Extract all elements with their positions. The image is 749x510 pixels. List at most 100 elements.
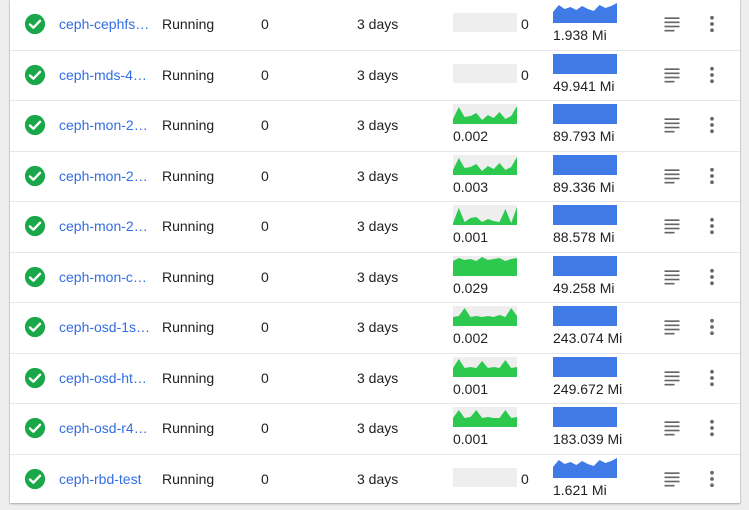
cpu-usage-value: 0.001 <box>453 229 489 245</box>
memory-sparkline <box>553 407 617 427</box>
more-vert-icon[interactable] <box>702 216 722 236</box>
memory-usage-value: 183.039 Mi <box>553 431 623 447</box>
logs-icon[interactable] <box>662 216 682 236</box>
cpu-usage-value: 0.002 <box>453 330 489 346</box>
pod-name-link[interactable]: ceph-mon-2… <box>59 168 151 184</box>
pod-name-link[interactable]: ceph-mds-4… <box>59 67 151 83</box>
logs-icon[interactable] <box>662 469 682 489</box>
memory-sparkline <box>553 205 617 225</box>
cpu-usage-value: 0.001 <box>453 380 489 397</box>
pod-status: Running <box>162 16 215 32</box>
logs-icon[interactable] <box>662 115 682 135</box>
more-vert-icon[interactable] <box>702 317 722 337</box>
table-row: ceph-mon-2… Running 0 3 days 0.001 88.57… <box>10 202 740 253</box>
memory-usage-value: 249.672 Mi <box>553 380 623 397</box>
cpu-sparkline-empty <box>453 467 517 487</box>
pod-status: Running <box>162 420 215 436</box>
memory-usage-value: 1.621 Mi <box>553 481 607 498</box>
table-row: ceph-mon-2… Running 0 3 days 0.003 89.33… <box>10 152 740 202</box>
pod-name-link[interactable]: ceph-osd-r4… <box>59 420 151 436</box>
cpu-sparkline-empty <box>453 63 517 83</box>
cpu-sparkline <box>453 255 517 276</box>
pod-restarts: 0 <box>261 117 269 133</box>
memory-sparkline <box>553 104 617 124</box>
check-circle-icon <box>24 13 46 35</box>
pod-age: 3 days <box>357 16 399 32</box>
logs-icon[interactable] <box>662 267 682 287</box>
pod-age: 3 days <box>357 470 399 487</box>
memory-usage-value: 49.941 Mi <box>553 77 615 94</box>
memory-usage-value: 1.938 Mi <box>553 27 607 43</box>
pod-restarts: 0 <box>261 369 269 386</box>
memory-sparkline <box>553 154 617 175</box>
memory-sparkline <box>553 3 617 23</box>
cpu-usage-value: 0 <box>521 470 529 487</box>
memory-sparkline <box>553 53 617 74</box>
pod-age: 3 days <box>357 117 399 133</box>
memory-usage-value: 88.578 Mi <box>553 229 615 245</box>
cpu-usage-value: 0.001 <box>453 431 489 447</box>
more-vert-icon[interactable] <box>702 469 722 489</box>
cpu-sparkline <box>453 154 517 175</box>
pod-age: 3 days <box>357 66 399 83</box>
logs-icon[interactable] <box>662 65 682 85</box>
pod-name-link[interactable]: ceph-cephfs… <box>59 16 151 32</box>
check-circle-icon <box>24 367 46 388</box>
pod-age: 3 days <box>357 218 399 234</box>
cpu-usage-value: 0 <box>521 66 529 83</box>
check-circle-icon <box>24 215 46 237</box>
memory-usage-value: 243.074 Mi <box>553 330 623 346</box>
pod-restarts: 0 <box>261 420 269 436</box>
pod-name-link[interactable]: ceph-rbd-test <box>59 471 151 487</box>
more-vert-icon[interactable] <box>702 166 722 186</box>
pod-name-link[interactable]: ceph-osd-1s… <box>59 319 151 335</box>
table-row: ceph-osd-r4… Running 0 3 days 0.001 183.… <box>10 404 740 455</box>
table-row: ceph-mds-4… Running 0 3 days 0 49.941 Mi <box>10 51 740 101</box>
memory-usage-value: 89.336 Mi <box>553 178 615 195</box>
table-row: ceph-osd-1s… Running 0 3 days 0.002 243.… <box>10 303 740 354</box>
more-vert-icon[interactable] <box>702 14 722 34</box>
logs-icon[interactable] <box>662 368 682 388</box>
logs-icon[interactable] <box>662 166 682 186</box>
cpu-sparkline <box>453 407 517 427</box>
pod-name-link[interactable]: ceph-mon-2… <box>59 218 151 234</box>
pod-name-link[interactable]: ceph-mon-c… <box>59 269 151 285</box>
pod-restarts: 0 <box>261 470 269 487</box>
more-vert-icon[interactable] <box>702 368 722 388</box>
cpu-sparkline <box>453 306 517 326</box>
more-vert-icon[interactable] <box>702 418 722 438</box>
pod-age: 3 days <box>357 268 399 285</box>
pod-age: 3 days <box>357 420 399 436</box>
check-circle-icon <box>24 417 46 439</box>
pods-table: ceph-cephfs… Running 0 3 days 0 1.938 Mi… <box>10 0 740 503</box>
logs-icon[interactable] <box>662 418 682 438</box>
check-circle-icon <box>24 114 46 136</box>
pod-status: Running <box>162 268 215 285</box>
check-circle-icon <box>24 64 46 85</box>
pod-name-link[interactable]: ceph-mon-2… <box>59 117 151 133</box>
pod-restarts: 0 <box>261 16 269 32</box>
cpu-usage-value: 0.002 <box>453 128 489 144</box>
pod-status: Running <box>162 369 215 386</box>
table-row: ceph-mon-2… Running 0 3 days 0.002 89.79… <box>10 101 740 152</box>
memory-sparkline <box>553 306 617 326</box>
more-vert-icon[interactable] <box>702 65 722 85</box>
pod-restarts: 0 <box>261 319 269 335</box>
cpu-sparkline <box>453 104 517 124</box>
pod-status: Running <box>162 167 215 184</box>
memory-sparkline <box>553 356 617 377</box>
more-vert-icon[interactable] <box>702 115 722 135</box>
pod-age: 3 days <box>357 369 399 386</box>
table-row: ceph-mon-c… Running 0 3 days 0.029 49.25… <box>10 253 740 303</box>
pod-restarts: 0 <box>261 268 269 285</box>
pod-name-link[interactable]: ceph-osd-ht… <box>59 370 151 386</box>
memory-sparkline <box>553 457 617 478</box>
cpu-sparkline <box>453 356 517 377</box>
more-vert-icon[interactable] <box>702 267 722 287</box>
cpu-usage-value: 0.003 <box>453 178 489 195</box>
logs-icon[interactable] <box>662 317 682 337</box>
check-circle-icon <box>24 266 46 287</box>
pod-age: 3 days <box>357 319 399 335</box>
logs-icon[interactable] <box>662 14 682 34</box>
table-row: ceph-osd-ht… Running 0 3 days 0.001 249.… <box>10 354 740 404</box>
